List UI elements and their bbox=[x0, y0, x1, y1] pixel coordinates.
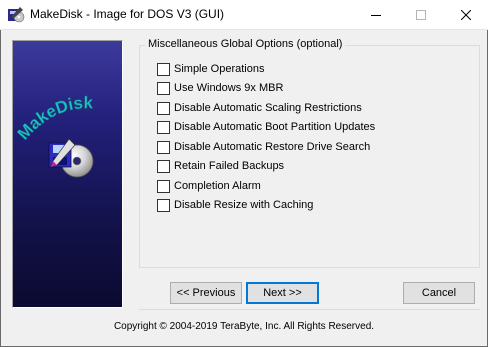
checkbox[interactable] bbox=[157, 140, 170, 154]
close-button[interactable] bbox=[443, 0, 488, 30]
option-label: Disable Resize with Caching bbox=[174, 199, 314, 211]
option-disable-automatic-restore-drive-search[interactable]: Disable Automatic Restore Drive Search bbox=[157, 139, 370, 155]
minimize-icon bbox=[370, 15, 381, 16]
checkbox[interactable] bbox=[157, 101, 170, 115]
checkbox[interactable] bbox=[157, 81, 170, 95]
maximize-button[interactable] bbox=[398, 0, 443, 30]
checkbox[interactable] bbox=[157, 198, 170, 212]
cancel-button[interactable]: Cancel bbox=[403, 282, 475, 304]
svg-text:MakeDisk: MakeDisk bbox=[14, 93, 94, 143]
checkbox[interactable] bbox=[157, 62, 170, 76]
checkbox[interactable] bbox=[157, 179, 170, 193]
copyright-text: Copyright © 2004-2019 TeraByte, Inc. All… bbox=[113, 321, 375, 332]
option-label: Disable Automatic Restore Drive Search bbox=[174, 141, 371, 153]
maximize-icon bbox=[415, 10, 426, 20]
options-group-title: Miscellaneous Global Options (optional) bbox=[145, 38, 346, 50]
logo-text: MakeDisk bbox=[14, 93, 94, 144]
window-title: MakeDisk - Image for DOS V3 (GUI) bbox=[30, 7, 225, 21]
side-banner: MakeDisk bbox=[12, 40, 123, 308]
close-icon bbox=[460, 10, 471, 20]
option-retain-failed-backups[interactable]: Retain Failed Backups bbox=[157, 158, 284, 174]
minimize-button[interactable] bbox=[353, 0, 398, 30]
title-bar[interactable]: MakeDisk - Image for DOS V3 (GUI) bbox=[0, 0, 488, 30]
makedisk-logo: MakeDisk bbox=[14, 93, 94, 178]
option-disable-resize-with-caching[interactable]: Disable Resize with Caching bbox=[157, 197, 313, 213]
separator-line bbox=[139, 309, 480, 310]
next-button[interactable]: Next >> bbox=[246, 282, 319, 304]
option-label: Simple Operations bbox=[174, 63, 265, 75]
checkbox[interactable] bbox=[157, 120, 170, 134]
option-label: Retain Failed Backups bbox=[174, 160, 285, 172]
option-simple-operations[interactable]: Simple Operations bbox=[157, 61, 265, 77]
previous-button[interactable]: << Previous bbox=[170, 282, 242, 304]
option-disable-automatic-boot-partition-updates[interactable]: Disable Automatic Boot Partition Updates bbox=[157, 119, 375, 135]
option-completion-alarm[interactable]: Completion Alarm bbox=[157, 178, 261, 194]
app-icon bbox=[8, 7, 25, 23]
option-label: Completion Alarm bbox=[174, 180, 261, 192]
checkbox[interactable] bbox=[157, 159, 170, 173]
option-label: Use Windows 9x MBR bbox=[174, 82, 284, 94]
options-groupbox bbox=[139, 45, 480, 268]
option-label: Disable Automatic Boot Partition Updates bbox=[174, 121, 376, 133]
option-use-windows-9x-mbr[interactable]: Use Windows 9x MBR bbox=[157, 80, 283, 96]
option-disable-automatic-scaling-restrictions[interactable]: Disable Automatic Scaling Restrictions bbox=[157, 100, 362, 116]
option-label: Disable Automatic Scaling Restrictions bbox=[174, 102, 362, 114]
